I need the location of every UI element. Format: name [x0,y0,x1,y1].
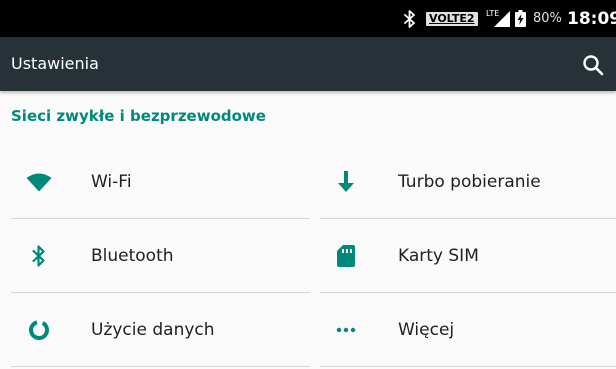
sim-cards-tile[interactable]: Karty SIM [320,219,616,293]
volte-badge: VOLTE2 [426,0,478,37]
data-usage-icon [23,293,55,367]
tile-label: Więcej [398,320,455,340]
clock: 18:09 [567,8,616,29]
wifi-tile[interactable]: Wi-Fi [0,145,310,219]
data-usage-tile[interactable]: Użycie danych [0,293,310,367]
section-header: Sieci zwykłe i bezprzewodowe [11,107,266,125]
wifi-icon [23,145,55,219]
battery-percent: 80% [533,11,562,26]
more-tile[interactable]: Więcej [320,293,616,367]
download-arrow-icon [330,145,362,219]
tile-label: Bluetooth [91,246,174,266]
page-title: Ustawienia [11,54,99,73]
status-bar: VOLTE2 LTE 80% 18:09 [0,0,616,37]
more-dots-icon [330,293,362,367]
divider [11,366,310,367]
app-toolbar: Ustawienia [0,37,616,91]
sim-card-icon [330,219,362,293]
battery-charging-icon [515,0,526,37]
tile-label: Turbo pobieranie [398,172,541,192]
search-button[interactable] [578,50,608,80]
turbo-download-tile[interactable]: Turbo pobieranie [320,145,616,219]
bluetooth-tile[interactable]: Bluetooth [0,219,310,293]
search-icon [583,55,604,76]
bluetooth-icon [403,0,417,37]
tile-label: Karty SIM [398,246,479,266]
divider [320,366,616,367]
volte-label: VOLTE2 [426,11,478,26]
tile-label: Wi-Fi [91,172,132,192]
tile-label: Użycie danych [91,320,215,340]
bluetooth-icon [23,219,55,293]
signal-icon [494,0,510,37]
